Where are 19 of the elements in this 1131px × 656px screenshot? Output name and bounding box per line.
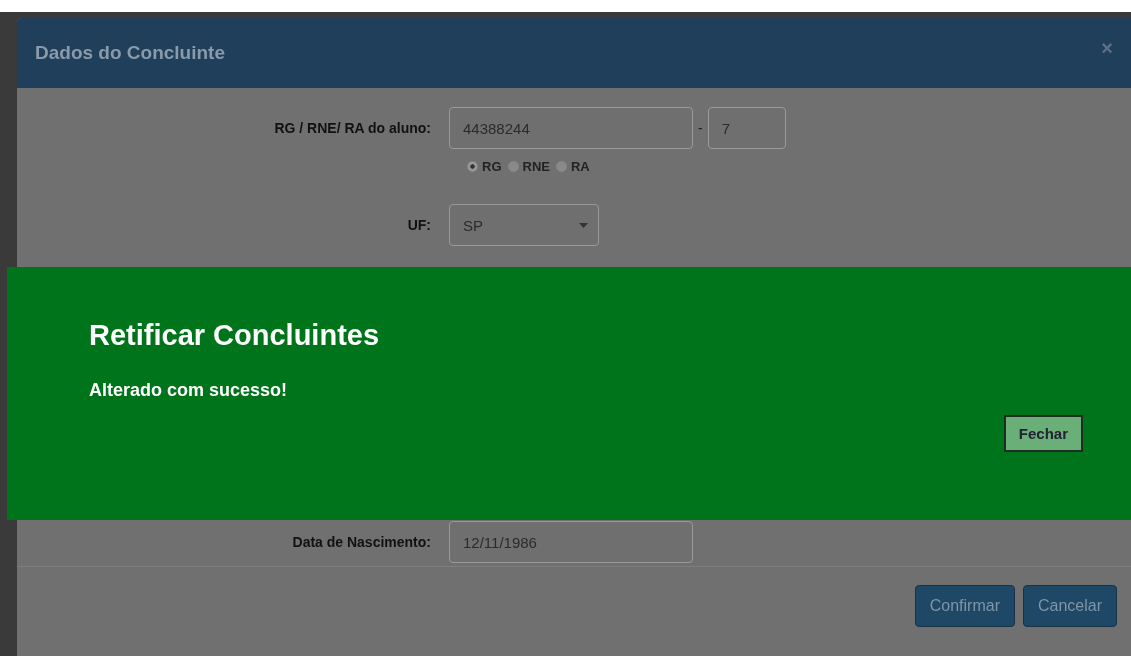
close-button[interactable]: × — [1101, 36, 1113, 60]
field-label: RG / RNE/ RA do aluno: — [273, 120, 432, 136]
close-alert-button[interactable]: Fechar — [1003, 415, 1083, 452]
state-select[interactable]: SP — [449, 204, 599, 246]
dialog-title: Dados do Concluinte — [35, 42, 225, 64]
dialog-button[interactable]: Cancelar — [1022, 585, 1117, 627]
document-number-field[interactable]: 44388244 — [449, 107, 693, 149]
caret-icon — [579, 222, 588, 228]
radio-option[interactable]: RG — [467, 159, 502, 174]
radio-option[interactable]: RNE — [507, 159, 550, 174]
alert-title: Retificar Concluintes — [89, 319, 381, 352]
birth-date-field[interactable]: 12/11/1986 — [449, 521, 693, 563]
dialog-button[interactable]: Confirmar — [914, 585, 1015, 627]
separator-text: - — [698, 120, 703, 136]
field-label: Data de Nascimento: — [291, 534, 432, 550]
radio-option[interactable]: RA — [555, 159, 590, 174]
check-digit-field[interactable]: 7 — [707, 107, 786, 149]
field-label: UF: — [406, 217, 432, 233]
alert-message: Alterado com sucesso! — [89, 380, 289, 401]
